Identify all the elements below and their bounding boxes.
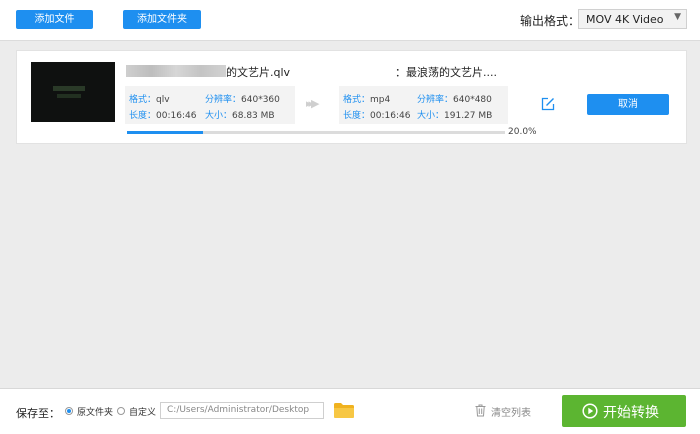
- convert-arrow-icon: ▸▸▶: [306, 97, 319, 110]
- folder-icon[interactable]: [333, 401, 355, 419]
- conversion-task-card: 的文艺片.qlv ：最浪荡的文艺片.... 格式：qlv 分辨率：640*360…: [16, 50, 687, 144]
- add-file-button[interactable]: 添加文件: [16, 10, 93, 29]
- output-format-select[interactable]: MOV 4K Video ▼: [578, 9, 687, 29]
- source-info-box: 格式：qlv 分辨率：640*360 长度：00:16:46 大小：68.83 …: [125, 86, 295, 124]
- trash-icon[interactable]: [475, 404, 486, 417]
- output-format-label: 输出格式：: [520, 14, 581, 28]
- start-convert-button[interactable]: 开始转换: [562, 395, 686, 427]
- output-duration: 长度：00:16:46: [343, 111, 411, 121]
- edit-icon[interactable]: [541, 97, 555, 111]
- source-size: 大小：68.83 MB: [205, 111, 275, 121]
- output-info-box: 格式：mp4 分辨率：640*480 长度：00:16:46 大小：191.27…: [339, 86, 508, 124]
- output-path-input[interactable]: C:/Users/Administrator/Desktop: [160, 402, 324, 419]
- save-to-label: 保存至：: [16, 407, 60, 420]
- progress-fill: [127, 131, 203, 134]
- top-toolbar: 添加文件 添加文件夹 输出格式： MOV 4K Video ▼: [0, 0, 700, 41]
- start-convert-label: 开始转换: [603, 405, 659, 421]
- radio-source-folder[interactable]: [65, 407, 73, 415]
- radio-custom-label[interactable]: 自定义: [129, 405, 156, 418]
- blurred-name-part: [126, 65, 226, 77]
- source-format: 格式：qlv: [129, 95, 170, 105]
- output-file-name: ：最浪荡的文艺片....: [395, 66, 497, 79]
- clear-list-button[interactable]: 清空列表: [491, 404, 531, 419]
- output-format-value: MOV 4K Video: [586, 13, 664, 26]
- source-file-name: 的文艺片.qlv: [126, 64, 290, 80]
- output-size: 大小：191.27 MB: [417, 111, 493, 121]
- progress-bar: [127, 131, 505, 134]
- output-format: 格式：mp4: [343, 95, 391, 105]
- radio-source-folder-label[interactable]: 原文件夹: [77, 405, 113, 418]
- cancel-button[interactable]: 取消: [587, 94, 669, 115]
- bottom-bar: 保存至： 原文件夹 自定义 C:/Users/Administrator/Des…: [0, 388, 700, 434]
- progress-text: 20.0%: [508, 127, 537, 137]
- source-resolution: 分辨率：640*360: [205, 95, 280, 105]
- play-circle-icon: [582, 403, 598, 419]
- radio-custom[interactable]: [117, 407, 125, 415]
- add-folder-button[interactable]: 添加文件夹: [123, 10, 201, 29]
- chevron-down-icon: ▼: [674, 12, 681, 22]
- output-resolution: 分辨率：640*480: [417, 95, 492, 105]
- video-thumbnail: [31, 62, 115, 122]
- source-duration: 长度：00:16:46: [129, 111, 197, 121]
